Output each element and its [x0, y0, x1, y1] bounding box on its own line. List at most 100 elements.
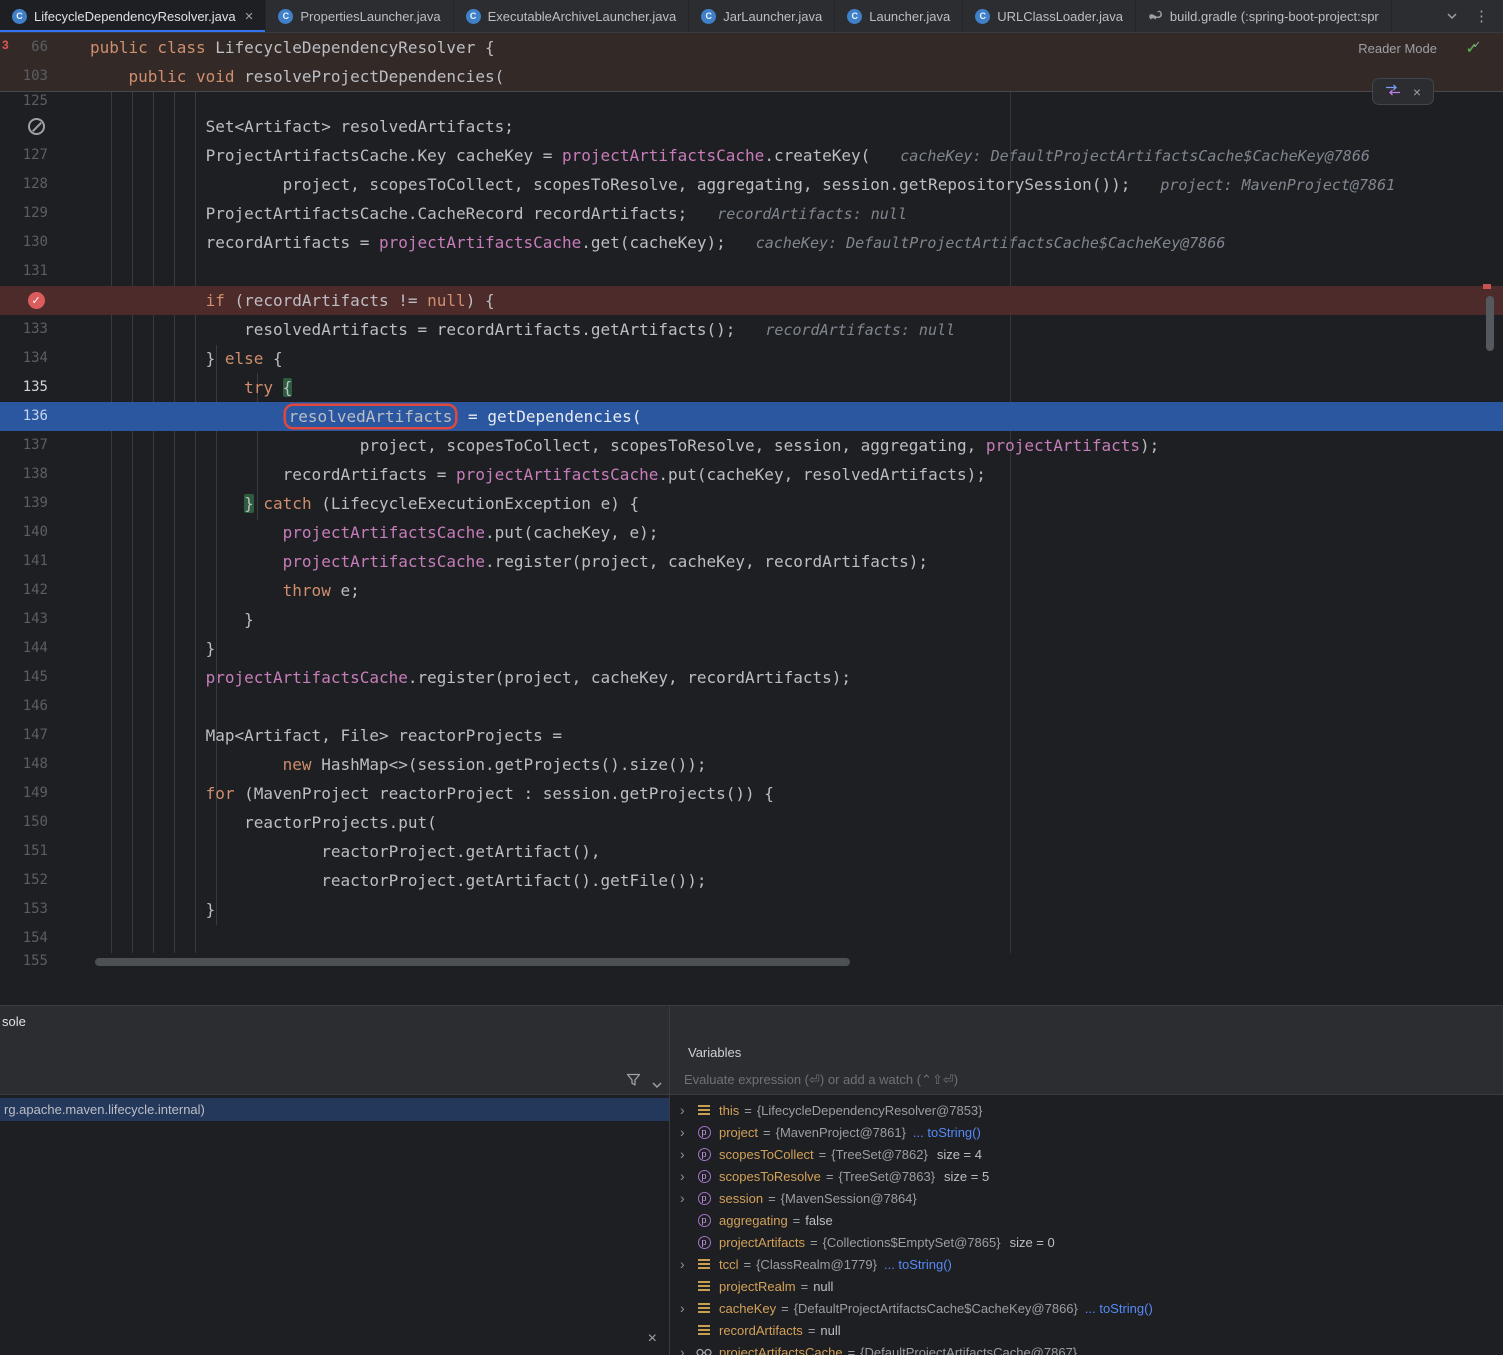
variable-row-projectArtifacts[interactable]: pprojectArtifacts={Collections$EmptySet@… [670, 1231, 1503, 1253]
line-number[interactable]: 134 [0, 344, 48, 373]
line-number[interactable]: 148 [0, 750, 48, 779]
line-number[interactable]: 129 [0, 199, 48, 228]
line-number[interactable]: 152 [0, 866, 48, 895]
line-number[interactable]: 127 [0, 141, 48, 170]
line-number[interactable]: 131 [0, 257, 48, 286]
line-number[interactable]: 103 [0, 62, 48, 91]
code-line-131[interactable]: 131 [0, 257, 1503, 286]
variable-row-aggregating[interactable]: paggregating=false [670, 1209, 1503, 1231]
breakpoint-icon[interactable] [28, 292, 45, 309]
line-number[interactable]: 153 [0, 895, 48, 924]
close-icon[interactable]: × [1413, 84, 1421, 100]
code-line-137[interactable]: 137 project, scopesToCollect, scopesToRe… [0, 431, 1503, 460]
line-number[interactable]: 139 [0, 489, 48, 518]
variable-row-scopesToCollect[interactable]: ›pscopesToCollect={TreeSet@7862}size = 4 [670, 1143, 1503, 1165]
code-line-130[interactable]: 130 recordArtifacts = projectArtifactsCa… [0, 228, 1503, 257]
line-number[interactable]: 144 [0, 634, 48, 663]
kebab-menu-icon[interactable]: ⋮ [1474, 7, 1489, 25]
hidden-tabs-chevron-icon[interactable] [1446, 7, 1458, 25]
tostring-link[interactable]: ... toString() [884, 1257, 952, 1272]
line-number[interactable]: 143 [0, 605, 48, 634]
line-number[interactable]: 155 [0, 953, 48, 970]
line-number[interactable]: 125 [0, 91, 48, 112]
code-line-139[interactable]: 139 } catch (LifecycleExecutionException… [0, 489, 1503, 518]
expand-chevron-icon[interactable]: › [680, 1345, 696, 1355]
sticky-line-103[interactable]: 103 public void resolveProjectDependenci… [0, 62, 1503, 91]
variable-row-cacheKey[interactable]: ›cacheKey={DefaultProjectArtifactsCache$… [670, 1297, 1503, 1319]
code-line-135[interactable]: 135 try { [0, 373, 1503, 402]
code-line-151[interactable]: 151 reactorProject.getArtifact(), [0, 837, 1503, 866]
expand-chevron-icon[interactable]: › [680, 1125, 696, 1139]
code-line-148[interactable]: 148 new HashMap<>(session.getProjects().… [0, 750, 1503, 779]
code-line-142[interactable]: 142 throw e; [0, 576, 1503, 605]
code-line-138[interactable]: 138 recordArtifacts = projectArtifactsCa… [0, 460, 1503, 489]
editor-tab[interactable]: CURLClassLoader.java [963, 0, 1136, 32]
muted-breakpoint-icon[interactable] [28, 118, 45, 135]
code-line-134[interactable]: 134 } else { [0, 344, 1503, 373]
editor-tab[interactable]: CLifecycleDependencyResolver.java× [0, 0, 266, 32]
code-line-143[interactable]: 143 } [0, 605, 1503, 634]
variable-row-session[interactable]: ›psession={MavenSession@7864} [670, 1187, 1503, 1209]
horizontal-scrollbar[interactable] [90, 958, 1493, 970]
line-number[interactable]: 128 [0, 170, 48, 199]
code-line-125[interactable]: 125 [0, 91, 1503, 112]
code-line-132[interactable]: if (recordArtifacts != null) { [0, 286, 1503, 315]
expand-chevron-icon[interactable]: › [680, 1257, 696, 1271]
close-tab-icon[interactable]: × [245, 8, 254, 25]
code-line-128[interactable]: 128 project, scopesToCollect, scopesToRe… [0, 170, 1503, 199]
line-number[interactable]: 149 [0, 779, 48, 808]
line-number[interactable]: 141 [0, 547, 48, 576]
editor-tab[interactable]: CLauncher.java [835, 0, 963, 32]
line-number[interactable]: 147 [0, 721, 48, 750]
stack-frame-row[interactable]: rg.apache.maven.lifecycle.internal) [0, 1098, 669, 1121]
reader-mode-label[interactable]: Reader Mode [1358, 41, 1437, 56]
line-number[interactable]: 133 [0, 315, 48, 344]
sticky-line-66[interactable]: 66public class LifecycleDependencyResolv… [0, 33, 1503, 62]
editor-tab[interactable]: build.gradle (:spring-boot-project:spr [1136, 0, 1392, 32]
editor-tab[interactable]: CPropertiesLauncher.java [266, 0, 453, 32]
line-number[interactable]: 146 [0, 692, 48, 721]
code-line-126[interactable]: Set<Artifact> resolvedArtifacts; [0, 112, 1503, 141]
code-line-147[interactable]: 147 Map<Artifact, File> reactorProjects … [0, 721, 1503, 750]
expand-chevron-icon[interactable]: › [680, 1301, 696, 1315]
line-number[interactable]: 140 [0, 518, 48, 547]
code-line-152[interactable]: 152 reactorProject.getArtifact().getFile… [0, 866, 1503, 895]
code-line-133[interactable]: 133 resolvedArtifacts = recordArtifacts.… [0, 315, 1503, 344]
code-line-127[interactable]: 127 ProjectArtifactsCache.Key cacheKey =… [0, 141, 1503, 170]
line-number[interactable]: 150 [0, 808, 48, 837]
code-line-154[interactable]: 154 [0, 924, 1503, 953]
line-number[interactable]: 135 [0, 373, 48, 402]
code-line-141[interactable]: 141 projectArtifactsCache.register(proje… [0, 547, 1503, 576]
horizontal-scrollbar-thumb[interactable] [95, 958, 850, 966]
expand-chevron-icon[interactable]: › [680, 1103, 696, 1117]
chevron-down-icon[interactable] [651, 1076, 663, 1094]
inspections-ok-icon[interactable]: ✓✓ [1466, 40, 1481, 58]
line-number[interactable]: 138 [0, 460, 48, 489]
close-icon[interactable]: × [648, 1330, 657, 1348]
code-line-136[interactable]: 136 resolvedArtifacts = getDependencies( [0, 402, 1503, 431]
tostring-link[interactable]: ... toString() [913, 1125, 981, 1140]
variable-row-projectArtifactsCache[interactable]: ›projectArtifactsCache={DefaultProjectAr… [670, 1341, 1503, 1355]
variable-row-scopesToResolve[interactable]: ›pscopesToResolve={TreeSet@7863}size = 5 [670, 1165, 1503, 1187]
code-line-150[interactable]: 150 reactorProjects.put( [0, 808, 1503, 837]
code-line-149[interactable]: 149 for (MavenProject reactorProject : s… [0, 779, 1503, 808]
editor-tab[interactable]: CExecutableArchiveLauncher.java [454, 0, 690, 32]
tab-console[interactable]: sole [2, 1014, 26, 1029]
error-stripe-breakpoint-mark[interactable] [1483, 284, 1491, 289]
evaluate-expression-bar[interactable]: Evaluate expression (⏎) or add a watch (… [670, 1066, 1503, 1095]
code-line-153[interactable]: 153 } [0, 895, 1503, 924]
variable-row-projectRealm[interactable]: projectRealm=null [670, 1275, 1503, 1297]
line-number[interactable]: 142 [0, 576, 48, 605]
code-lines[interactable]: 125 Set<Artifact> resolvedArtifacts;127 … [0, 33, 1503, 970]
vertical-scrollbar-thumb[interactable] [1486, 296, 1494, 351]
code-line-144[interactable]: 144 } [0, 634, 1503, 663]
variable-row-project[interactable]: ›pproject={MavenProject@7861}... toStrin… [670, 1121, 1503, 1143]
line-number[interactable]: 130 [0, 228, 48, 257]
line-number[interactable]: 136 [0, 402, 48, 431]
line-number[interactable]: 145 [0, 663, 48, 692]
code-line-146[interactable]: 146 [0, 692, 1503, 721]
tostring-link[interactable]: ... toString() [1085, 1301, 1153, 1316]
filter-funnel-icon[interactable] [626, 1073, 641, 1092]
swap-arrows-icon[interactable] [1385, 83, 1401, 101]
editor-tab[interactable]: CJarLauncher.java [689, 0, 835, 32]
